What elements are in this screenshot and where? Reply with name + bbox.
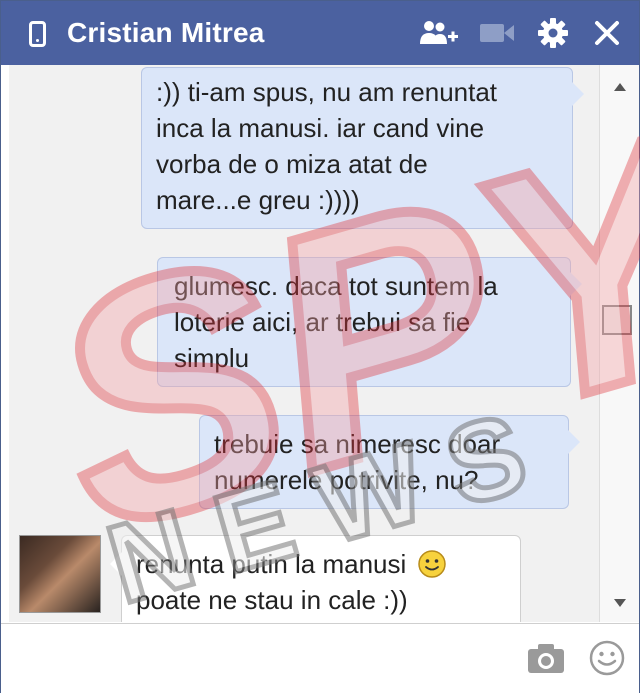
message-line: vorba de o miza atat de [156,149,428,179]
scroll-up-arrow-icon[interactable] [614,83,626,91]
message-list[interactable]: :)) ti-am spus, nu am renuntat inca la m… [9,65,599,622]
message-line: trebuie sa nimeresc doar [214,429,501,459]
gear-icon[interactable] [537,17,569,49]
message-line: glumesc. daca tot suntem la [174,271,498,301]
scroll-down-arrow-icon[interactable] [614,599,626,607]
message-line: mare...e greu :)))) [156,185,360,215]
message-line: numerele potrivite, nu? [214,465,479,495]
composer [1,623,639,693]
message-line: simplu [174,343,250,373]
message-bubble: trebuie sa nimeresc doar numerele potriv… [199,415,580,509]
chat-window: Cristian Mitrea:)) ti-am spus, nu am re… [0,0,640,693]
contact-name[interactable]: Cristian Mitrea [67,17,265,49]
message-input[interactable] [11,632,515,684]
message-line: :)) ti-am spus, nu am renuntat [156,77,498,107]
message-bubble: glumesc. daca tot suntem la loterie aici… [157,257,582,387]
avatar[interactable] [19,535,101,613]
scroll-thumb[interactable] [602,305,632,335]
phone-icon [29,21,46,47]
close-icon[interactable] [591,17,623,49]
camera-icon[interactable] [527,642,565,674]
message-line: renunta putin la manusi [136,546,506,582]
message-bubble: :)) ti-am spus, nu am renuntat inca la m… [141,67,584,229]
message-line: loterie aici, ar trebui sa fie [174,307,471,337]
message-bubble: renunta putin la manusi poate ne stau in… [110,535,521,622]
video-icon[interactable] [479,17,515,49]
smiley-emoji-icon [417,550,446,578]
message-line: poate ne stau in cale :)) [136,585,408,615]
emoji-icon[interactable] [589,640,625,676]
chat-header[interactable]: Cristian Mitrea [1,1,639,65]
message-line: inca la manusi. iar cand vine [156,113,485,143]
add-friend-icon[interactable] [419,17,459,49]
scrollbar[interactable] [599,65,639,622]
